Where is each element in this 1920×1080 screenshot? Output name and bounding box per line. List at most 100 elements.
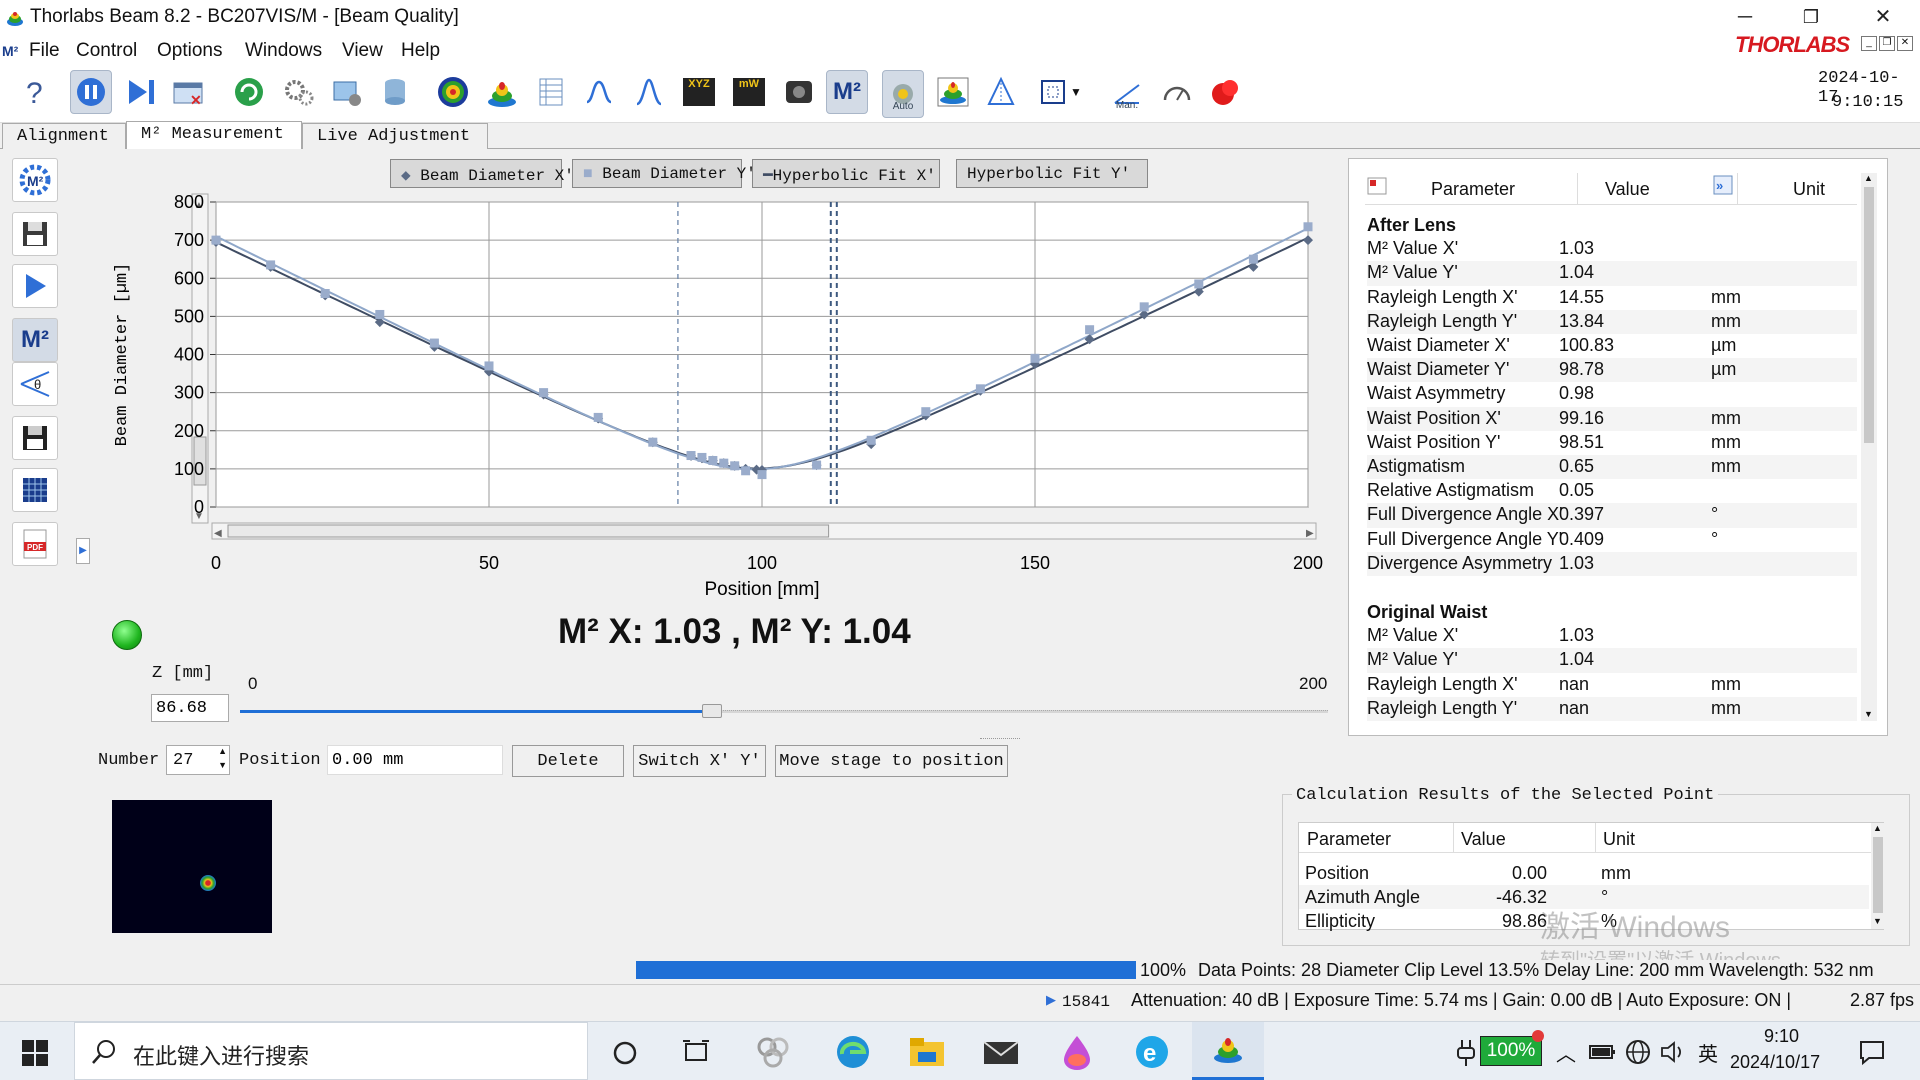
charging-plug-icon[interactable] [1456, 1038, 1476, 1068]
tab-live-adjustment[interactable]: Live Adjustment [302, 123, 488, 149]
params-row[interactable]: M² Value X' 1.03 [1367, 624, 1857, 648]
notification-center-icon[interactable] [1858, 1038, 1886, 1066]
expand-columns-icon[interactable]: » [1713, 175, 1733, 195]
power-button[interactable]: mW [728, 70, 770, 114]
params-row[interactable]: Full Divergence Angle Y' 0.409 ° [1367, 528, 1857, 552]
roi-button[interactable]: ▼ [1032, 70, 1088, 114]
profile-y-button[interactable] [628, 70, 670, 114]
tab-m2-measurement[interactable]: M² Measurement [126, 121, 302, 149]
table-button[interactable] [530, 70, 572, 114]
speaker-icon[interactable] [1660, 1040, 1688, 1064]
z-slider[interactable] [240, 704, 1328, 718]
restore-button[interactable]: ❐ [1782, 0, 1840, 34]
m2-setup-button[interactable]: M² [12, 158, 58, 202]
calc-scrollbar[interactable]: ▲ ▼ [1871, 823, 1885, 929]
chevron-down-icon[interactable]: ▼ [1070, 85, 1082, 99]
menu-windows[interactable]: Windows [245, 40, 322, 62]
globe-network-icon[interactable] [1624, 1038, 1652, 1066]
clock-date[interactable]: 2024/10/17 [1730, 1052, 1820, 1073]
task-view-icon[interactable] [682, 1038, 710, 1066]
3d-view-button[interactable] [932, 70, 974, 114]
divergence-button[interactable]: θ [12, 362, 58, 406]
database-button[interactable] [374, 70, 416, 114]
number-spinner[interactable]: 27 ▲ ▼ [166, 745, 230, 775]
taskbar-app-icon[interactable] [756, 1036, 790, 1068]
calc-scroll-thumb[interactable] [1873, 837, 1883, 913]
triangle-button[interactable] [980, 70, 1022, 114]
cortana-icon[interactable] [612, 1040, 638, 1066]
clear-button[interactable]: ✕ [168, 70, 210, 114]
params-row[interactable]: M² Value X' 1.03 [1367, 237, 1857, 261]
gauge-button[interactable] [1156, 70, 1198, 114]
params-row[interactable]: Full Divergence Angle X' 0.397 ° [1367, 503, 1857, 528]
mail-icon[interactable] [982, 1038, 1020, 1068]
params-row[interactable]: Waist Diameter Y' 98.78 µm [1367, 358, 1857, 383]
legend-beam-diameter-y[interactable]: ■ Beam Diameter Y' [572, 159, 756, 188]
grid-table-button[interactable] [12, 468, 58, 512]
file-explorer-icon[interactable] [908, 1036, 946, 1068]
params-row[interactable]: Waist Position Y' 98.51 mm [1367, 431, 1857, 455]
scroll-thumb[interactable] [1864, 187, 1874, 443]
edge-icon[interactable] [834, 1034, 872, 1070]
settings-button[interactable] [278, 70, 320, 114]
legend-hyperbolic-fit-x[interactable]: ━Hyperbolic Fit X' [752, 159, 940, 188]
minimize-button[interactable]: ─ [1716, 0, 1774, 34]
switch-xy-button[interactable]: Switch X' Y' [633, 745, 766, 777]
params-row[interactable]: Rayleigh Length X' 14.55 mm [1367, 286, 1857, 310]
export-icon[interactable] [1367, 177, 1387, 195]
device-settings-button[interactable] [326, 70, 368, 114]
spin-down-icon[interactable]: ▼ [218, 760, 227, 770]
chevron-up-icon[interactable]: ︿ [1556, 1038, 1576, 1067]
mdi-restore-icon[interactable]: ❐ [1879, 36, 1895, 51]
refresh-button[interactable] [228, 70, 270, 114]
position-input[interactable] [327, 745, 503, 775]
params-row[interactable]: M² Value Y' 1.04 [1367, 261, 1857, 286]
windows-start-icon[interactable] [22, 1040, 48, 1066]
browser-e-icon[interactable]: e [1134, 1034, 1170, 1070]
menu-help[interactable]: Help [401, 40, 440, 62]
z-value-input[interactable] [151, 694, 229, 722]
calc-scroll-down-icon[interactable]: ▼ [1873, 916, 1882, 926]
params-row[interactable]: Rayleigh Length X' nan mm [1367, 673, 1857, 697]
menu-file[interactable]: File [29, 40, 60, 62]
clock-time[interactable]: 9:10 [1764, 1026, 1799, 1047]
pause-button[interactable] [70, 70, 112, 114]
battery-tray-icon[interactable] [1588, 1040, 1616, 1064]
params-row[interactable]: Waist Diameter X' 100.83 µm [1367, 334, 1857, 358]
auto-button[interactable]: Auto [882, 70, 924, 118]
close-button[interactable]: ✕ [1854, 0, 1912, 34]
params-row[interactable]: M² Value Y' 1.04 [1367, 648, 1857, 673]
delete-button[interactable]: Delete [512, 745, 624, 777]
menu-view[interactable]: View [342, 40, 383, 62]
m2-results-button[interactable]: M² [12, 318, 58, 362]
scroll-up-icon[interactable]: ▲ [1864, 173, 1873, 183]
z-slider-thumb[interactable] [701, 704, 722, 718]
menu-control[interactable]: Control [76, 40, 137, 62]
ime-indicator[interactable]: 英 [1698, 1038, 1718, 1067]
legend-hyperbolic-fit-y[interactable]: Hyperbolic Fit Y' [956, 159, 1148, 188]
rings-button[interactable] [432, 70, 474, 114]
params-row[interactable]: Astigmatism 0.65 mm [1367, 455, 1857, 480]
move-stage-button[interactable]: Move stage to position [775, 745, 1008, 777]
expand-panel-arrow-icon[interactable]: ▶ [76, 538, 90, 564]
taskbar-thorlabs-beam[interactable] [1192, 1022, 1264, 1080]
m2-button[interactable]: M² [826, 70, 868, 114]
params-row[interactable]: Waist Position X' 99.16 mm [1367, 406, 1857, 431]
params-row[interactable]: Rayleigh Length Y' 13.84 mm [1367, 309, 1857, 334]
battery-indicator[interactable]: 100% [1480, 1036, 1542, 1066]
tab-alignment[interactable]: Alignment [2, 123, 126, 149]
profile-x-button[interactable] [578, 70, 620, 114]
calc-scroll-up-icon[interactable]: ▲ [1873, 823, 1882, 833]
params-row[interactable]: Divergence Asymmetry 1.03 [1367, 551, 1857, 576]
manual-button[interactable]: Man. [1106, 70, 1148, 118]
params-row[interactable]: Relative Astigmatism 0.05 [1367, 479, 1857, 503]
save-results-button[interactable] [12, 416, 58, 460]
xyz-button[interactable]: XYZ [678, 70, 720, 114]
spin-up-icon[interactable]: ▲ [218, 746, 227, 756]
record-button[interactable] [1204, 70, 1246, 114]
camera-button[interactable] [778, 70, 820, 114]
taskbar-search-box[interactable]: 在此键入进行搜索 [74, 1022, 588, 1080]
start-measurement-button[interactable] [12, 264, 58, 308]
save-config-button[interactable] [12, 212, 58, 256]
mdi-close-icon[interactable]: ✕ [1897, 36, 1913, 51]
